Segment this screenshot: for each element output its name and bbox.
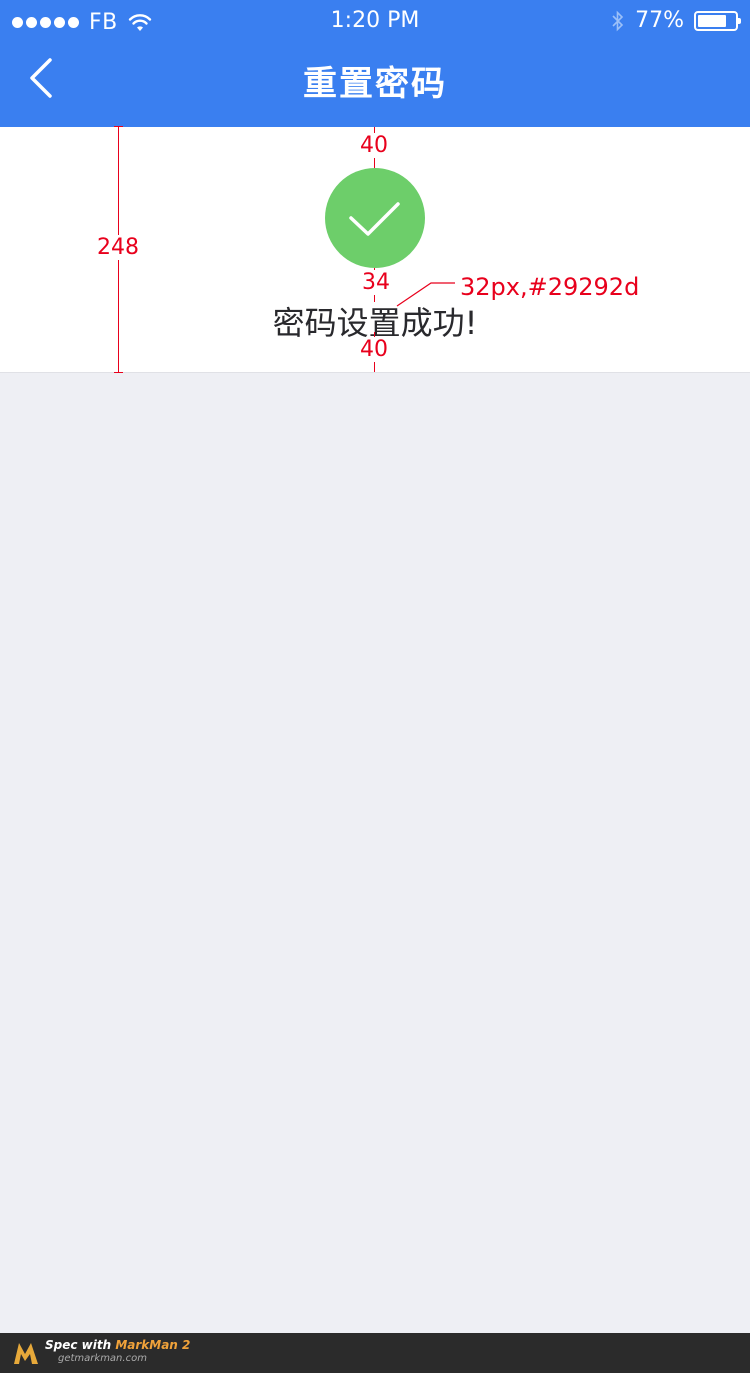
nav-bar: 重置密码 — [0, 42, 750, 127]
top-bar: FB 1:20 PM 77% 重置密码 — [0, 0, 750, 127]
mid-gap-label: 34 — [361, 270, 391, 295]
markman-logo-icon — [14, 1343, 38, 1364]
markman-url: getmarkman.com — [58, 1353, 147, 1364]
measure-tick — [114, 126, 123, 127]
page-title: 重置密码 — [303, 64, 447, 104]
bluetooth-icon — [612, 10, 624, 31]
font-spec-label: 32px,#29292d — [460, 273, 640, 301]
card-height-label: 248 — [96, 235, 140, 260]
success-badge — [325, 168, 425, 268]
status-bar: FB 1:20 PM 77% — [0, 0, 750, 42]
markman-brand: MarkMan 2 — [115, 1338, 191, 1352]
markman-footer: Spec with MarkMan 2 getmarkman.com — [0, 1333, 750, 1373]
markman-title: Spec with MarkMan 2 — [45, 1338, 190, 1352]
battery-percent: 77% — [635, 8, 684, 33]
measure-tick — [114, 372, 123, 373]
spec-leader-line — [396, 282, 455, 307]
bottom-gap-label: 40 — [359, 337, 389, 362]
status-right: 77% — [611, 8, 741, 33]
markman-label: Spec with — [45, 1338, 112, 1352]
top-gap-label: 40 — [359, 133, 389, 158]
battery-icon — [694, 10, 741, 31]
check-icon — [349, 202, 400, 236]
